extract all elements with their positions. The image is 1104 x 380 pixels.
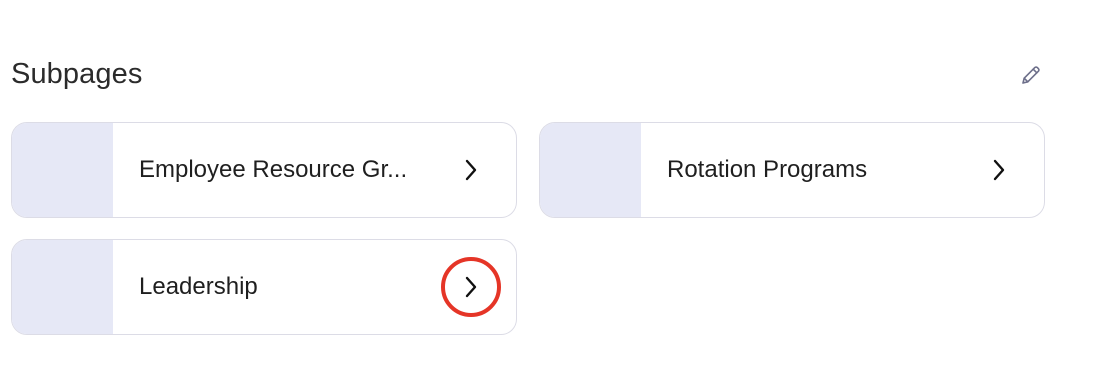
subpage-thumbnail	[12, 240, 113, 334]
subpage-thumbnail	[12, 123, 113, 217]
subpage-card-employee-resource-groups[interactable]: Employee Resource Gr...	[11, 122, 517, 218]
subpage-open-button[interactable]	[982, 153, 1016, 187]
chevron-right-icon	[465, 276, 477, 298]
subpage-title: Leadership	[139, 273, 258, 300]
subpage-title: Rotation Programs	[667, 156, 868, 183]
chevron-right-icon	[993, 159, 1005, 181]
chevron-right-icon	[465, 159, 477, 181]
subpage-title: Employee Resource Gr...	[139, 156, 408, 183]
edit-subpages-button[interactable]	[1016, 60, 1046, 90]
subpage-open-button-highlighted[interactable]	[441, 257, 501, 317]
subpage-open-button[interactable]	[454, 153, 488, 187]
subpages-panel: Subpages Employee Resource Gr... Rotatio…	[0, 0, 1104, 380]
section-title: Subpages	[11, 58, 143, 90]
subpage-card-leadership[interactable]: Leadership	[11, 239, 517, 335]
subpage-thumbnail	[540, 123, 641, 217]
subpage-card-rotation-programs[interactable]: Rotation Programs	[539, 122, 1045, 218]
pencil-icon	[1022, 66, 1040, 84]
